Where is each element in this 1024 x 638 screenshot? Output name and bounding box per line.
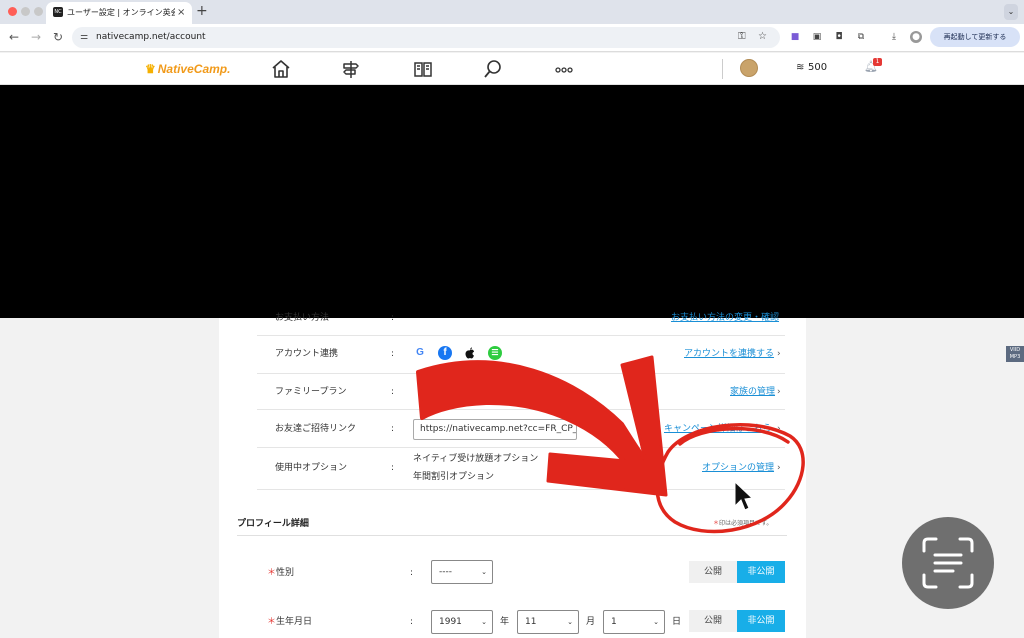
tab-search-chevron-icon[interactable]: ⌄ <box>1004 4 1018 20</box>
extensions-puzzle-icon[interactable]: ⧉ <box>855 31 867 43</box>
book-icon[interactable] <box>412 58 434 80</box>
extension-icon-1[interactable]: ■ <box>789 31 801 43</box>
password-key-icon[interactable]: ⚿ <box>738 31 746 43</box>
address-bar[interactable]: ⚌ nativecamp.net/account ⚿ ☆ <box>72 27 780 48</box>
chevron-down-icon: ⌄ <box>481 618 487 626</box>
redacted-region <box>0 85 1024 318</box>
gender-public-toggle[interactable]: 公開 <box>689 561 737 583</box>
chevron-down-icon: ⌄ <box>653 618 659 626</box>
account-linking-label: アカウント連携 <box>275 349 339 359</box>
invite-link-label: お友達ご招待リンク <box>275 424 357 434</box>
account-row-linking: アカウント連携 : G f ☰ アカウントを連携する › <box>257 336 785 374</box>
chevron-right-icon: › <box>777 387 781 397</box>
browser-tab-active[interactable]: NC ユーザー設定 | オンライン英会話 × <box>46 2 192 24</box>
day-unit: 日 <box>672 617 682 627</box>
gender-private-toggle[interactable]: 非公開 <box>737 561 785 583</box>
colon: : <box>391 349 395 359</box>
nativecamp-logo[interactable]: ♛ NativeCamp. <box>145 61 230 77</box>
more-icon[interactable] <box>553 58 575 80</box>
gender-label: ＊性別 <box>267 568 295 578</box>
coin-stack-icon: ≋ <box>796 62 805 73</box>
facebook-icon[interactable]: f <box>438 346 452 360</box>
search-icon[interactable] <box>482 58 504 80</box>
nativecamp-favicon-icon: NC <box>53 7 63 17</box>
tab-close-icon[interactable]: × <box>177 6 185 20</box>
colon: : <box>410 617 414 627</box>
chevron-down-icon: ⌄ <box>567 618 573 626</box>
home-icon[interactable] <box>270 58 292 80</box>
minimize-window-button[interactable] <box>21 7 30 16</box>
birth-month-select[interactable]: 11 ⌄ <box>517 610 579 634</box>
browser-toolbar: ← → ↻ ⚌ nativecamp.net/account ⚿ ☆ ■ ▣ ◘… <box>0 24 1024 52</box>
back-icon[interactable]: ← <box>9 30 19 44</box>
chevron-right-icon: › <box>777 349 781 359</box>
account-settings-panel: お支払い方法 : お支払い方法の変更・確認 アカウント連携 : G f ☰ アカ… <box>219 313 806 638</box>
profile-details-heading: プロフィール詳細 <box>237 519 309 529</box>
notification-badge: 1 <box>873 58 882 66</box>
reload-icon[interactable]: ↻ <box>53 30 63 44</box>
forward-icon[interactable]: → <box>31 30 41 44</box>
video-downloader-badge[interactable]: VIID MP3 <box>1006 346 1024 362</box>
browser-tab-strip: NC ユーザー設定 | オンライン英会話 × + ⌄ <box>0 0 1024 24</box>
relaunch-to-update-button[interactable]: 再起動して更新する <box>930 27 1020 47</box>
colon: : <box>391 463 395 473</box>
colon: : <box>410 568 414 578</box>
birthday-label: ＊生年月日 <box>267 617 313 627</box>
required-note: ＊印は必須項目です。 <box>713 520 773 527</box>
url-text: nativecamp.net/account <box>96 32 206 42</box>
chevron-right-icon: › <box>777 463 781 473</box>
account-row-options: 使用中オプション : ネイティブ受け放題オプション 年間割引オプション オプショ… <box>257 448 785 490</box>
change-payment-link[interactable]: お支払い方法の変更・確認 <box>671 312 779 324</box>
colon: : <box>391 313 395 323</box>
profile-avatar-icon[interactable]: ● <box>910 31 922 43</box>
colon: : <box>391 424 395 434</box>
colon: : <box>391 387 395 397</box>
birth-day-select[interactable]: 1 ⌄ <box>603 610 665 634</box>
apple-icon[interactable] <box>463 346 477 360</box>
download-icon[interactable]: ⤓ <box>888 31 900 43</box>
link-account-link[interactable]: アカウントを連携する <box>684 348 774 360</box>
extension-icon-3[interactable]: ◘ <box>833 31 845 43</box>
crown-icon: ♛ <box>145 62 156 76</box>
birthday-public-toggle[interactable]: 公開 <box>689 610 737 632</box>
account-row-payment: お支払い方法 : お支払い方法の変更・確認 <box>257 306 785 336</box>
site-settings-icon[interactable]: ⚌ <box>80 31 88 43</box>
extension-icon-2[interactable]: ▣ <box>811 31 823 43</box>
header-divider <box>722 59 723 79</box>
active-options-label: 使用中オプション <box>275 463 348 473</box>
user-avatar[interactable] <box>740 59 758 77</box>
campaign-details-link[interactable]: キャンペーン詳細はこちら <box>664 423 772 435</box>
year-unit: 年 <box>500 617 510 627</box>
family-plan-label: ファミリープラン <box>275 387 347 397</box>
signpost-icon[interactable] <box>340 58 362 80</box>
payment-method-label: お支払い方法 <box>275 313 330 323</box>
option-annual-discount: 年間割引オプション <box>413 472 495 482</box>
tab-title: ユーザー設定 | オンライン英会話 <box>67 8 175 17</box>
chevron-right-icon: › <box>777 424 781 434</box>
gender-select[interactable]: ---- ⌄ <box>431 560 493 584</box>
bookmark-star-icon[interactable]: ☆ <box>758 31 767 43</box>
close-window-button[interactable] <box>8 7 17 16</box>
month-unit: 月 <box>586 617 596 627</box>
new-tab-icon[interactable]: + <box>196 2 208 20</box>
birthday-private-toggle[interactable]: 非公開 <box>737 610 785 632</box>
zoom-window-button[interactable] <box>34 7 43 16</box>
manage-options-link[interactable]: オプションの管理 <box>702 462 774 474</box>
screen-scan-button[interactable] <box>902 517 994 609</box>
option-native-unlimited: ネイティブ受け放題オプション <box>413 454 539 464</box>
section-divider <box>237 535 787 536</box>
invite-link-field[interactable]: https://nativecamp.net?cc=FR_CP_2C <box>413 419 577 440</box>
manage-family-link[interactable]: 家族の管理 <box>730 386 775 398</box>
scan-text-icon <box>922 537 974 589</box>
site-header: ♛ NativeCamp. ≋ 500 🔔︎ 1 <box>0 53 1024 85</box>
birth-year-select[interactable]: 1991 ⌄ <box>431 610 493 634</box>
google-icon[interactable]: G <box>413 346 427 360</box>
line-icon[interactable]: ☰ <box>488 346 502 360</box>
chevron-down-icon: ⌄ <box>481 568 487 576</box>
coin-balance[interactable]: 500 <box>808 62 827 74</box>
account-row-family: ファミリープラン : 家族の管理 › <box>257 374 785 410</box>
